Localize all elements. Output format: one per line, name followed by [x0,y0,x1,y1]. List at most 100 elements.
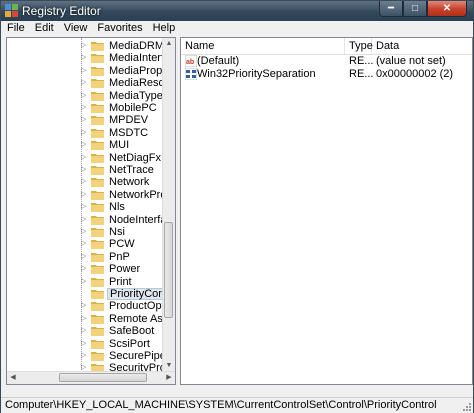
expand-arrow-icon[interactable]: ▷ [81,252,86,260]
menu-view[interactable]: View [60,21,92,35]
expand-arrow-icon[interactable]: ▷ [81,277,86,285]
tree-item[interactable]: ▷MediaResources [7,77,175,89]
tree-item[interactable]: ▷MediaProperties [7,65,175,77]
tree-item[interactable]: ▷ MediaDRM [7,40,164,52]
value-row[interactable]: Win32PrioritySeparation RE... 0x00000002 (… [181,68,472,81]
expand-arrow-icon[interactable]: ▷ [81,165,86,173]
expand-arrow-icon[interactable]: ▷ [81,326,86,334]
folder-icon [91,290,104,299]
tree-item[interactable]: ▷ SafeBoot [7,325,163,337]
tree-item[interactable]: ▷Remote Assistance [7,313,175,325]
expand-arrow-icon[interactable]: ▷ [81,215,86,223]
expand-arrow-icon[interactable]: ▷ [81,103,86,111]
tree-item[interactable]: ▷ MUI [7,139,163,151]
tree-item-label: MSDTC [109,126,149,139]
expand-arrow-icon[interactable]: ▷ [81,128,86,136]
expand-arrow-icon[interactable]: ▷ [81,115,86,123]
tree-item[interactable]: ▷NodeInterfaces [7,214,175,226]
tree-item-label: Nsi [109,226,125,238]
tree-item[interactable]: ▷ MPDEV [7,114,163,126]
scroll-left-arrow-icon[interactable]: ◀ [7,372,19,384]
tree-item[interactable]: ▷ Nls [7,201,163,213]
tree-item-label: Power [109,263,141,276]
tree-item[interactable]: ▷ NetTrace [7,164,163,176]
tree-item[interactable]: ▷ PCW [7,238,163,250]
tree-item-label: Network [109,176,150,189]
column-header-data[interactable]: Data [372,38,472,54]
expand-arrow-icon[interactable]: ▷ [81,140,86,148]
column-header-name[interactable]: Name [181,38,345,54]
value-data: 0x00000002 (2) [376,68,454,80]
folder-icon [91,104,104,113]
folder-icon [91,277,104,287]
tree-item[interactable]: ▷MediaInterfaces [7,52,175,64]
tree-item[interactable]: ▷ PnP [7,251,163,263]
value-list[interactable]: Name Type Data ab (Default) RE... (value no… [180,37,473,385]
folder-icon [91,352,104,361]
expand-arrow-icon[interactable]: ▷ [81,264,86,272]
minimize-button[interactable]: ━ [379,1,403,17]
expand-arrow-icon[interactable]: ▷ [81,153,86,161]
tree-item[interactable]: ▷ Nsi [7,226,163,238]
maximize-icon: □ [411,3,419,14]
expand-arrow-icon[interactable]: ▷ [81,227,86,235]
expand-arrow-icon[interactable]: ▷ [81,78,86,86]
expand-arrow-icon[interactable]: ▷ [81,41,86,49]
expand-arrow-icon[interactable]: ▷ [81,314,86,322]
tree-item[interactable]: ▷NetworkProvider [7,189,175,201]
tree-item[interactable]: ▷ Power [7,263,163,275]
expand-arrow-icon[interactable]: ▷ [81,239,86,247]
tree-item[interactable]: ▷ MediaTypes [7,90,168,102]
folder-icon [91,265,104,275]
menu-help[interactable]: Help [149,21,180,35]
tree-item[interactable]: ▷ProductOptions [7,300,175,312]
tree-item[interactable]: ▷ MSDTC [7,127,163,139]
menu-favorites[interactable]: Favorites [93,21,146,35]
folder-icon [91,314,104,324]
tree-item[interactable]: ▷ Network [7,176,163,188]
folder-icon [91,42,104,51]
tree-item[interactable]: PriorityControl [7,288,175,300]
menu-file[interactable]: File [3,21,29,35]
folder-icon [91,215,104,225]
close-icon: ✕ [442,3,452,14]
status-path: Computer\HKEY_LOCAL_MACHINE\SYSTEM\Curre… [5,399,437,411]
string-value-icon: ab [185,55,197,67]
tree-item[interactable]: ▷ MobilePC [7,102,163,114]
folder-icon [91,203,104,213]
expand-arrow-icon[interactable]: ▷ [81,177,86,185]
title-bar[interactable]: Registry Editor ━ □ ✕ [1,1,473,21]
scroll-right-arrow-icon[interactable]: ▶ [163,372,175,384]
column-header-type[interactable]: Type [345,38,373,54]
folder-icon [91,128,104,138]
expand-arrow-icon[interactable]: ▷ [81,91,86,99]
folder-icon [91,252,104,262]
key-tree[interactable]: ▷ MediaDRM▷MediaInterfaces▷MediaPropertie… [6,37,176,385]
binary-value-icon [185,68,197,80]
maximize-button[interactable]: □ [403,1,427,17]
scroll-up-arrow-icon[interactable]: ▲ [163,38,175,50]
expand-arrow-icon[interactable]: ▷ [81,202,86,210]
folder-icon [91,141,104,151]
expand-arrow-icon[interactable]: ▷ [81,190,86,198]
tree-item[interactable]: ▷ NetDiagFx [7,152,163,164]
value-row[interactable]: ab (Default) RE... (value not set) [181,55,472,68]
tree-horizontal-scroll-thumb[interactable] [59,373,147,382]
expand-arrow-icon[interactable]: ▷ [81,339,86,347]
menu-edit[interactable]: Edit [31,21,58,35]
expand-arrow-icon[interactable]: ▷ [81,66,86,74]
status-bar: Computer\HKEY_LOCAL_MACHINE\SYSTEM\Curre… [1,397,473,413]
close-button[interactable]: ✕ [427,1,467,17]
expand-arrow-icon[interactable]: ▷ [81,53,86,61]
tree-vertical-scrollbar[interactable]: ▲ ▼ [162,38,175,372]
resize-grip-icon[interactable] [461,401,471,411]
tree-horizontal-scrollbar[interactable]: ◀ ▶ [7,371,175,384]
tree-vertical-scroll-thumb[interactable] [164,222,173,318]
tree-item[interactable]: ▷ Print [7,276,163,288]
folder-icon [91,339,104,349]
expand-arrow-icon[interactable]: ▷ [81,301,86,309]
expand-arrow-icon[interactable]: ▷ [81,351,86,359]
tree-item[interactable]: ▷SecurePipeServers [7,350,175,362]
tree-item-label: PnP [109,250,130,263]
tree-item[interactable]: ▷ ScsiPort [7,338,163,350]
